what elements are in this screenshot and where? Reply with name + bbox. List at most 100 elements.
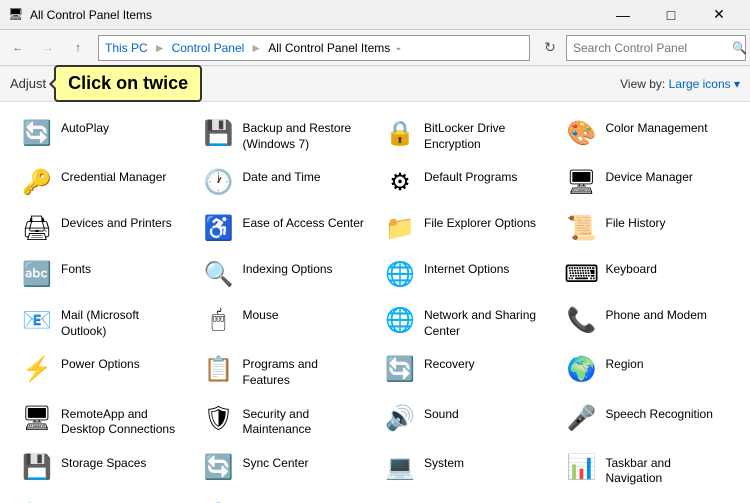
item-icon: 🖥 [21, 403, 53, 435]
list-item[interactable]: 📁File Explorer Options [375, 205, 557, 251]
item-label: Credential Manager [61, 166, 166, 186]
breadcrumb-pc: This PC [105, 41, 148, 55]
list-item[interactable]: 🛡Windows Defender Firewall [375, 494, 557, 503]
item-icon: 🖨 [21, 212, 53, 244]
item-label: Region [606, 353, 644, 373]
item-icon: 📋 [203, 353, 235, 385]
list-item[interactable]: 🛡Security and Maintenance [194, 396, 376, 445]
item-label: Sound [424, 403, 459, 423]
list-item[interactable]: 🔒BitLocker Drive Encryption [375, 110, 557, 159]
back-button[interactable]: ← [4, 34, 32, 62]
item-icon: 🌐 [384, 258, 416, 290]
search-input[interactable] [573, 41, 728, 55]
item-icon: 🔄 [21, 117, 53, 149]
item-label: Phone and Modem [606, 304, 707, 324]
list-item[interactable]: 🌐Internet Options [375, 251, 557, 297]
item-label: Devices and Printers [61, 212, 172, 232]
up-button[interactable]: ↑ [64, 34, 92, 62]
list-item[interactable]: 🖱Mouse [194, 297, 376, 346]
item-icon: 📧 [21, 304, 53, 336]
refresh-button[interactable]: ↻ [536, 34, 564, 62]
item-icon: 📊 [566, 452, 598, 484]
item-label: Power Options [61, 353, 140, 373]
list-item[interactable]: 🔄AutoPlay [12, 110, 194, 159]
list-item[interactable]: 📧Mail (Microsoft Outlook) [12, 297, 194, 346]
item-label: Security and Maintenance [243, 403, 367, 438]
list-item[interactable]: 📋Programs and Features [194, 346, 376, 395]
item-label: File History [606, 212, 666, 232]
item-icon: 💾 [203, 117, 235, 149]
item-label: Recovery [424, 353, 475, 373]
item-label: BitLocker Drive Encryption [424, 117, 548, 152]
window-controls: — □ ✕ [600, 0, 742, 30]
item-label: Taskbar and Navigation [606, 452, 730, 487]
list-item[interactable]: 🔄Sync Center [194, 445, 376, 494]
search-bar[interactable]: 🔍 [566, 35, 746, 61]
minimize-button[interactable]: — [600, 0, 646, 30]
item-icon: ⚡ [21, 353, 53, 385]
list-item[interactable]: 🔄Recovery [375, 346, 557, 395]
list-item[interactable]: 🔧Troubleshooting [12, 494, 194, 503]
list-item[interactable]: 💾Storage Spaces [12, 445, 194, 494]
list-item[interactable]: 💻System [375, 445, 557, 494]
item-icon: 🖥 [566, 166, 598, 198]
list-item[interactable]: ⚙ Default Programs [375, 159, 557, 205]
list-item[interactable]: 📞 Phone and Modem [557, 297, 739, 346]
item-icon: ⚙ [384, 166, 416, 198]
adjust-text: Adjust [10, 76, 46, 91]
item-label: Sync Center [243, 452, 309, 472]
item-label: Indexing Options [243, 258, 333, 278]
list-item[interactable]: 💻Windows Mobility Center [557, 494, 739, 503]
item-icon: 🌐 [384, 304, 416, 336]
list-item[interactable]: ♿Ease of Access Center [194, 205, 376, 251]
item-icon: 🖱 [203, 304, 235, 336]
item-label: Color Management [606, 117, 708, 137]
app-icon: 🖥 [8, 7, 24, 23]
content-area: 🔄AutoPlay💾Backup and Restore (Windows 7)… [0, 102, 750, 503]
address-chevron[interactable]: ⌄ [394, 42, 402, 53]
list-item[interactable]: 📜File History [557, 205, 739, 251]
item-icon: 📁 [384, 212, 416, 244]
list-item[interactable]: 🔑Credential Manager [12, 159, 194, 205]
address-bar[interactable]: This PC ► Control Panel ► All Control Pa… [98, 35, 530, 61]
item-label: Keyboard [606, 258, 657, 278]
item-label: Storage Spaces [61, 452, 146, 472]
maximize-button[interactable]: □ [648, 0, 694, 30]
item-icon: ♿ [203, 212, 235, 244]
breadcrumb-sep-1: ► [154, 41, 166, 55]
window-title: All Control Panel Items [30, 8, 600, 22]
callout-text: Click on twice [68, 73, 188, 93]
item-label: Date and Time [243, 166, 321, 186]
item-label: Default Programs [424, 166, 517, 186]
list-item[interactable]: 💾Backup and Restore (Windows 7) [194, 110, 376, 159]
list-item[interactable]: 📊Taskbar and Navigation [557, 445, 739, 494]
item-label: Backup and Restore (Windows 7) [243, 117, 367, 152]
list-item[interactable]: 🕐Date and Time [194, 159, 376, 205]
list-item[interactable]: 🎨Color Management [557, 110, 739, 159]
item-icon: 🎤 [566, 403, 598, 435]
list-item[interactable]: 👤User Accounts [194, 494, 376, 503]
list-item[interactable]: 🖥RemoteApp and Desktop Connections [12, 396, 194, 445]
list-item[interactable]: 🔤Fonts [12, 251, 194, 297]
nav-bar: ← → ↑ This PC ► Control Panel ► All Cont… [0, 30, 750, 66]
breadcrumb-sep-2: ► [250, 41, 262, 55]
item-icon: 💻 [384, 452, 416, 484]
forward-button[interactable]: → [34, 34, 62, 62]
list-item[interactable]: 🔍Indexing Options [194, 251, 376, 297]
list-item[interactable]: 🔊Sound [375, 396, 557, 445]
toolbar: Adjust Click on twice View by: Large ico… [0, 66, 750, 102]
list-item[interactable]: 🖨 Devices and Printers [12, 205, 194, 251]
list-item[interactable]: ⌨Keyboard [557, 251, 739, 297]
close-button[interactable]: ✕ [696, 0, 742, 30]
view-by-link[interactable]: Large icons ▾ [669, 77, 740, 91]
list-item[interactable]: 🌐Network and Sharing Center [375, 297, 557, 346]
item-label: Network and Sharing Center [424, 304, 548, 339]
item-icon: 📞 [566, 304, 598, 336]
list-item[interactable]: ⚡ Power Options [12, 346, 194, 395]
search-icon[interactable]: 🔍 [732, 41, 747, 55]
list-item[interactable]: 🌍Region [557, 346, 739, 395]
items-grid: 🔄AutoPlay💾Backup and Restore (Windows 7)… [12, 110, 738, 503]
item-icon: 🔒 [384, 117, 416, 149]
list-item[interactable]: 🎤Speech Recognition [557, 396, 739, 445]
list-item[interactable]: 🖥Device Manager [557, 159, 739, 205]
